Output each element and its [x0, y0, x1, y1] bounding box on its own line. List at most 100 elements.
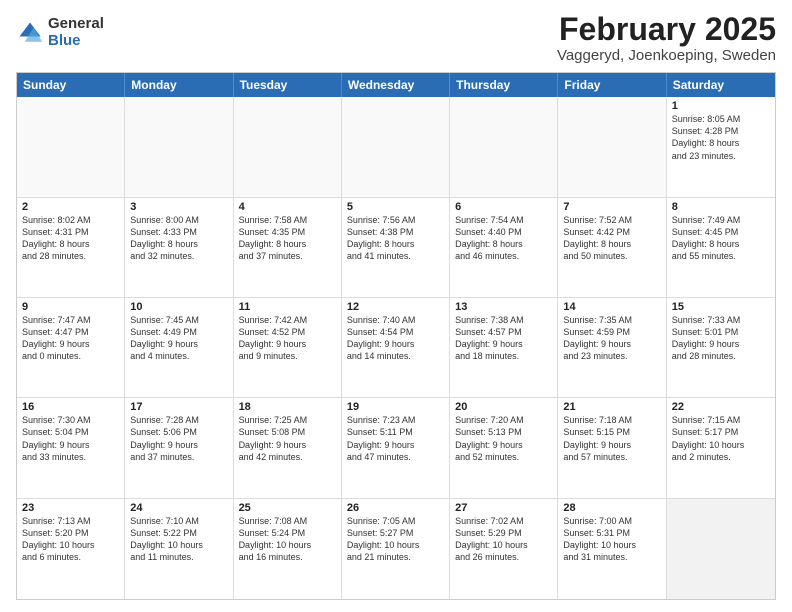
day-number: 27 — [455, 502, 552, 514]
calendar-cell — [17, 97, 125, 196]
calendar-cell: 27Sunrise: 7:02 AM Sunset: 5:29 PM Dayli… — [450, 499, 558, 599]
calendar-cell: 18Sunrise: 7:25 AM Sunset: 5:08 PM Dayli… — [234, 398, 342, 497]
day-detail: Sunrise: 7:20 AM Sunset: 5:13 PM Dayligh… — [455, 414, 552, 463]
day-number: 10 — [130, 301, 227, 313]
calendar-row: 2Sunrise: 8:02 AM Sunset: 4:31 PM Daylig… — [17, 198, 775, 298]
day-detail: Sunrise: 7:38 AM Sunset: 4:57 PM Dayligh… — [455, 314, 552, 363]
day-number: 16 — [22, 401, 119, 413]
calendar-cell: 1Sunrise: 8:05 AM Sunset: 4:28 PM Daylig… — [667, 97, 775, 196]
day-detail: Sunrise: 7:13 AM Sunset: 5:20 PM Dayligh… — [22, 515, 119, 564]
calendar-cell: 21Sunrise: 7:18 AM Sunset: 5:15 PM Dayli… — [558, 398, 666, 497]
day-detail: Sunrise: 7:30 AM Sunset: 5:04 PM Dayligh… — [22, 414, 119, 463]
day-number: 28 — [563, 502, 660, 514]
day-detail: Sunrise: 8:02 AM Sunset: 4:31 PM Dayligh… — [22, 214, 119, 263]
day-detail: Sunrise: 8:05 AM Sunset: 4:28 PM Dayligh… — [672, 113, 770, 162]
calendar-cell — [342, 97, 450, 196]
day-number: 25 — [239, 502, 336, 514]
calendar-cell: 10Sunrise: 7:45 AM Sunset: 4:49 PM Dayli… — [125, 298, 233, 397]
day-number: 18 — [239, 401, 336, 413]
weekday-header: Sunday — [17, 73, 125, 97]
weekday-header: Monday — [125, 73, 233, 97]
weekday-header: Saturday — [667, 73, 775, 97]
calendar-cell: 14Sunrise: 7:35 AM Sunset: 4:59 PM Dayli… — [558, 298, 666, 397]
calendar-header: SundayMondayTuesdayWednesdayThursdayFrid… — [17, 73, 775, 97]
day-detail: Sunrise: 7:42 AM Sunset: 4:52 PM Dayligh… — [239, 314, 336, 363]
calendar-cell: 23Sunrise: 7:13 AM Sunset: 5:20 PM Dayli… — [17, 499, 125, 599]
calendar-body: 1Sunrise: 8:05 AM Sunset: 4:28 PM Daylig… — [17, 97, 775, 599]
calendar-cell: 25Sunrise: 7:08 AM Sunset: 5:24 PM Dayli… — [234, 499, 342, 599]
day-number: 6 — [455, 201, 552, 213]
subtitle: Vaggeryd, Joenkoeping, Sweden — [557, 47, 776, 64]
calendar-cell: 11Sunrise: 7:42 AM Sunset: 4:52 PM Dayli… — [234, 298, 342, 397]
calendar-cell: 4Sunrise: 7:58 AM Sunset: 4:35 PM Daylig… — [234, 198, 342, 297]
calendar-row: 9Sunrise: 7:47 AM Sunset: 4:47 PM Daylig… — [17, 298, 775, 398]
weekday-header: Tuesday — [234, 73, 342, 97]
day-number: 9 — [22, 301, 119, 313]
calendar: SundayMondayTuesdayWednesdayThursdayFrid… — [16, 72, 776, 600]
day-detail: Sunrise: 7:54 AM Sunset: 4:40 PM Dayligh… — [455, 214, 552, 263]
day-number: 22 — [672, 401, 770, 413]
day-detail: Sunrise: 7:18 AM Sunset: 5:15 PM Dayligh… — [563, 414, 660, 463]
calendar-cell: 2Sunrise: 8:02 AM Sunset: 4:31 PM Daylig… — [17, 198, 125, 297]
calendar-cell: 9Sunrise: 7:47 AM Sunset: 4:47 PM Daylig… — [17, 298, 125, 397]
day-detail: Sunrise: 7:08 AM Sunset: 5:24 PM Dayligh… — [239, 515, 336, 564]
calendar-row: 23Sunrise: 7:13 AM Sunset: 5:20 PM Dayli… — [17, 499, 775, 599]
day-number: 20 — [455, 401, 552, 413]
logo: General Blue — [16, 16, 104, 49]
calendar-cell — [667, 499, 775, 599]
day-number: 2 — [22, 201, 119, 213]
title-block: February 2025 Vaggeryd, Joenkoeping, Swe… — [557, 12, 776, 64]
calendar-cell: 22Sunrise: 7:15 AM Sunset: 5:17 PM Dayli… — [667, 398, 775, 497]
day-detail: Sunrise: 7:58 AM Sunset: 4:35 PM Dayligh… — [239, 214, 336, 263]
day-number: 12 — [347, 301, 444, 313]
day-detail: Sunrise: 7:56 AM Sunset: 4:38 PM Dayligh… — [347, 214, 444, 263]
day-detail: Sunrise: 7:45 AM Sunset: 4:49 PM Dayligh… — [130, 314, 227, 363]
day-number: 23 — [22, 502, 119, 514]
logo-general-text: General — [48, 16, 104, 33]
calendar-cell — [450, 97, 558, 196]
calendar-row: 1Sunrise: 8:05 AM Sunset: 4:28 PM Daylig… — [17, 97, 775, 197]
day-number: 11 — [239, 301, 336, 313]
calendar-cell: 8Sunrise: 7:49 AM Sunset: 4:45 PM Daylig… — [667, 198, 775, 297]
calendar-cell: 12Sunrise: 7:40 AM Sunset: 4:54 PM Dayli… — [342, 298, 450, 397]
weekday-header: Thursday — [450, 73, 558, 97]
day-number: 21 — [563, 401, 660, 413]
calendar-cell: 3Sunrise: 8:00 AM Sunset: 4:33 PM Daylig… — [125, 198, 233, 297]
day-number: 24 — [130, 502, 227, 514]
day-detail: Sunrise: 7:28 AM Sunset: 5:06 PM Dayligh… — [130, 414, 227, 463]
day-number: 8 — [672, 201, 770, 213]
day-number: 14 — [563, 301, 660, 313]
day-number: 4 — [239, 201, 336, 213]
calendar-cell — [125, 97, 233, 196]
calendar-cell: 19Sunrise: 7:23 AM Sunset: 5:11 PM Dayli… — [342, 398, 450, 497]
day-number: 5 — [347, 201, 444, 213]
header: General Blue February 2025 Vaggeryd, Joe… — [16, 12, 776, 64]
weekday-header: Friday — [558, 73, 666, 97]
calendar-cell — [558, 97, 666, 196]
calendar-cell — [234, 97, 342, 196]
calendar-cell: 26Sunrise: 7:05 AM Sunset: 5:27 PM Dayli… — [342, 499, 450, 599]
page: General Blue February 2025 Vaggeryd, Joe… — [0, 0, 792, 612]
day-detail: Sunrise: 7:00 AM Sunset: 5:31 PM Dayligh… — [563, 515, 660, 564]
logo-blue-text: Blue — [48, 33, 104, 50]
day-number: 7 — [563, 201, 660, 213]
day-detail: Sunrise: 7:23 AM Sunset: 5:11 PM Dayligh… — [347, 414, 444, 463]
day-detail: Sunrise: 7:05 AM Sunset: 5:27 PM Dayligh… — [347, 515, 444, 564]
day-detail: Sunrise: 7:47 AM Sunset: 4:47 PM Dayligh… — [22, 314, 119, 363]
calendar-cell: 13Sunrise: 7:38 AM Sunset: 4:57 PM Dayli… — [450, 298, 558, 397]
day-number: 3 — [130, 201, 227, 213]
calendar-cell: 15Sunrise: 7:33 AM Sunset: 5:01 PM Dayli… — [667, 298, 775, 397]
calendar-cell: 20Sunrise: 7:20 AM Sunset: 5:13 PM Dayli… — [450, 398, 558, 497]
day-detail: Sunrise: 8:00 AM Sunset: 4:33 PM Dayligh… — [130, 214, 227, 263]
day-number: 1 — [672, 100, 770, 112]
calendar-cell: 7Sunrise: 7:52 AM Sunset: 4:42 PM Daylig… — [558, 198, 666, 297]
day-number: 19 — [347, 401, 444, 413]
day-detail: Sunrise: 7:52 AM Sunset: 4:42 PM Dayligh… — [563, 214, 660, 263]
calendar-cell: 5Sunrise: 7:56 AM Sunset: 4:38 PM Daylig… — [342, 198, 450, 297]
weekday-header: Wednesday — [342, 73, 450, 97]
day-detail: Sunrise: 7:10 AM Sunset: 5:22 PM Dayligh… — [130, 515, 227, 564]
day-number: 17 — [130, 401, 227, 413]
calendar-cell: 16Sunrise: 7:30 AM Sunset: 5:04 PM Dayli… — [17, 398, 125, 497]
calendar-cell: 6Sunrise: 7:54 AM Sunset: 4:40 PM Daylig… — [450, 198, 558, 297]
day-detail: Sunrise: 7:33 AM Sunset: 5:01 PM Dayligh… — [672, 314, 770, 363]
